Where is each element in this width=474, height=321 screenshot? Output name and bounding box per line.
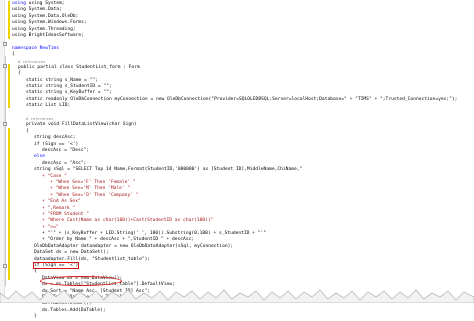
code-editor[interactable]: - - - - using using System; using System… <box>0 0 474 319</box>
code-lines[interactable]: using using System; using System.Data; u… <box>12 1 472 321</box>
fold-namespace-icon[interactable]: - <box>3 42 7 46</box>
change-marker <box>8 64 10 108</box>
change-marker <box>8 1 10 39</box>
code-line: } <box>34 314 37 320</box>
fold-if-icon[interactable]: - <box>3 264 7 268</box>
fold-class-icon[interactable]: - <box>3 64 7 68</box>
torn-edge <box>0 289 474 303</box>
change-marker <box>8 128 10 280</box>
fold-guide <box>5 56 6 286</box>
fold-method-icon[interactable]: - <box>3 122 7 126</box>
